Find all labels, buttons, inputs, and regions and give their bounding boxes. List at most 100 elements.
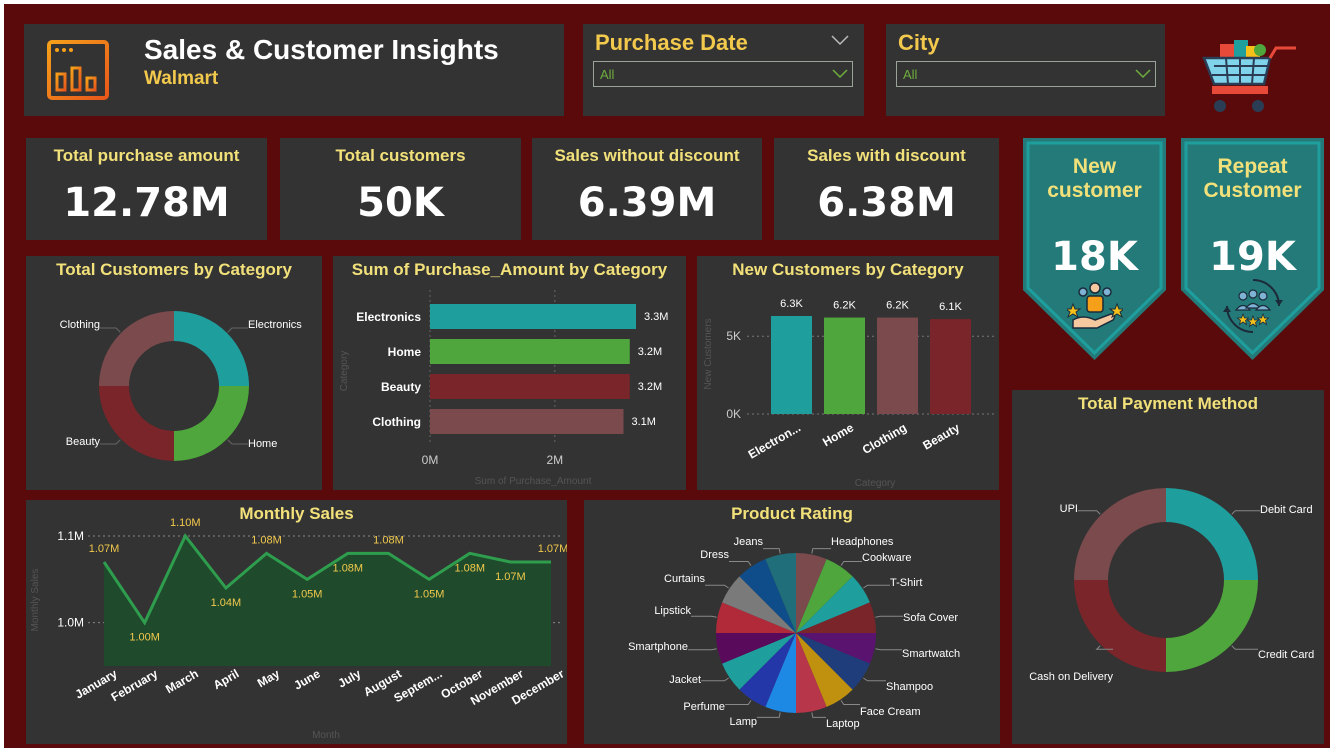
y-tick-label: Clothing (372, 415, 421, 429)
y-tick-label: Home (388, 345, 422, 359)
slice-label: Electronics (248, 319, 302, 331)
x-axis-title: Category (855, 478, 896, 489)
slice-upi (1074, 488, 1166, 580)
dashboard-icon (46, 38, 110, 102)
leader-line (688, 648, 717, 651)
slice-label: Lamp (729, 716, 757, 728)
kpi-value: 6.39M (577, 180, 717, 226)
y-axis-title: Monthly Sales (30, 569, 41, 632)
slice-label: Smartphone (628, 641, 688, 653)
slice-label: UPI (1060, 503, 1078, 515)
badge-title-line1: New (1072, 155, 1117, 178)
x-tick-label: March (163, 666, 201, 696)
slice-home (174, 386, 249, 461)
y-tick-label: Beauty (381, 380, 421, 394)
kpi-value: 50K (357, 180, 444, 226)
bar-electron (771, 316, 812, 414)
leader-line (763, 548, 781, 554)
monthly-sales-chart: 1.0M1.1M1.07MJanuary1.00MFebruary1.10MMa… (30, 517, 567, 741)
kpi-label: Total customers (335, 146, 466, 165)
slice-label: Smartwatch (902, 648, 960, 660)
slice-label: Sofa Cover (903, 612, 958, 624)
purchase-date-label: Purchase Date (595, 30, 748, 55)
y-tick-label: Electronics (356, 310, 421, 324)
data-label: 1.04M (211, 597, 242, 609)
data-label: 3.2M (638, 346, 662, 358)
slice-label: Clothing (60, 319, 100, 331)
data-label: 1.08M (454, 562, 485, 574)
kpi-label: Sales without discount (554, 146, 740, 165)
leader-line (875, 648, 902, 651)
badge-title: New customer (1023, 155, 1166, 203)
data-label: 1.10M (170, 517, 201, 529)
purchase-date-filter[interactable]: Purchase Date All (583, 24, 864, 116)
bar-home (430, 339, 630, 364)
monthly-sales-panel: Monthly Sales 1.0M 1.1M 1.07M January 1.00M F… (26, 500, 567, 744)
slice-cash-on-delivery (1074, 580, 1166, 672)
slice-label: Laptop (826, 718, 860, 730)
kpi-card-sales-without-discount: Sales without discount 6.39M (532, 138, 762, 240)
x-tick-label: Electron... (746, 420, 803, 461)
slice-label: Jacket (669, 674, 701, 686)
slice-label: Perfume (683, 701, 725, 713)
leader-line (811, 548, 831, 554)
bar-beauty (430, 374, 630, 399)
x-axis-title: Sum of Purchase_Amount (475, 476, 592, 487)
slice-debit-card (1166, 488, 1258, 580)
kpi-card-total-purchase: Total purchase amount 12.78M (26, 138, 267, 240)
payment-method-chart: Debit Card Credit Card Cash on Delivery UPI (1029, 488, 1314, 683)
x-tick-label: July (336, 666, 364, 690)
bar-clothing (430, 409, 624, 434)
slice-credit-card (1166, 580, 1258, 672)
leader-line (875, 615, 903, 618)
chevron-down-icon[interactable] (830, 34, 850, 46)
slice-label: Face Cream (860, 706, 921, 718)
slice-label: Dress (700, 549, 729, 561)
slice-label: Home (248, 438, 277, 450)
leader-line (1231, 645, 1258, 650)
customers-by-category-chart: Electronics Home Beauty Clothing (60, 311, 302, 461)
x-tick-label: Home (820, 420, 856, 449)
badge-value: 18K (1051, 234, 1138, 280)
leader-line (863, 677, 886, 682)
data-label: 6.3K (780, 298, 803, 310)
city-value: All (903, 67, 918, 82)
leader-line (840, 560, 862, 566)
data-label: 1.07M (89, 543, 120, 555)
badge-title-line2: Customer (1203, 179, 1302, 202)
new-customers-by-category-chart: 0K 5K 6.3K Electron... 6.2K Home 6.2K Clothing 6… (703, 298, 997, 489)
leader-line (757, 712, 781, 718)
bar-beauty (930, 319, 971, 414)
y-tick-label: 1.1M (57, 529, 84, 543)
badge-value: 19K (1209, 234, 1296, 280)
leader-line (1078, 510, 1101, 515)
dashboard-canvas: Sales & Customer Insights Walmart Purcha… (4, 4, 1330, 748)
chevron-down-icon (832, 69, 848, 79)
leader-line (100, 327, 121, 333)
purchase-date-value: All (600, 67, 615, 82)
customers-by-category-panel: Total Customers by Category Electronics H… (26, 256, 322, 490)
y-tick-label: 1.0M (57, 616, 84, 630)
payment-method-panel: Total Payment Method Debit Card Credit Ca… (1012, 390, 1324, 744)
x-tick-label: February (109, 666, 161, 704)
chevron-down-icon (1135, 69, 1151, 79)
purchase-date-dropdown[interactable]: All (593, 61, 853, 87)
y-tick-label: 5K (726, 329, 741, 343)
data-label: 1.08M (251, 534, 282, 546)
repeat-customer-badge: Repeat Customer 19K (1181, 138, 1324, 360)
purchase-by-category-chart: 0M 2M Electronics 3.3M Home 3.2M Beauty 3.2M Clo… (339, 290, 668, 487)
x-tick-label: Beauty (920, 420, 962, 452)
kpi-label: Sales with discount (807, 146, 966, 165)
leader-line (227, 327, 248, 333)
leader-line (705, 584, 729, 589)
slice-label: Credit Card (1258, 649, 1314, 661)
leader-line (863, 584, 890, 589)
bar-home (824, 317, 865, 414)
city-filter[interactable]: City All (886, 24, 1165, 116)
x-tick-label: June (291, 666, 323, 692)
slice-electronics (174, 311, 249, 386)
kpi-label: Total purchase amount (53, 146, 240, 165)
slice-clothing (99, 311, 174, 386)
leader-line (811, 712, 826, 718)
city-dropdown[interactable]: All (896, 61, 1156, 87)
